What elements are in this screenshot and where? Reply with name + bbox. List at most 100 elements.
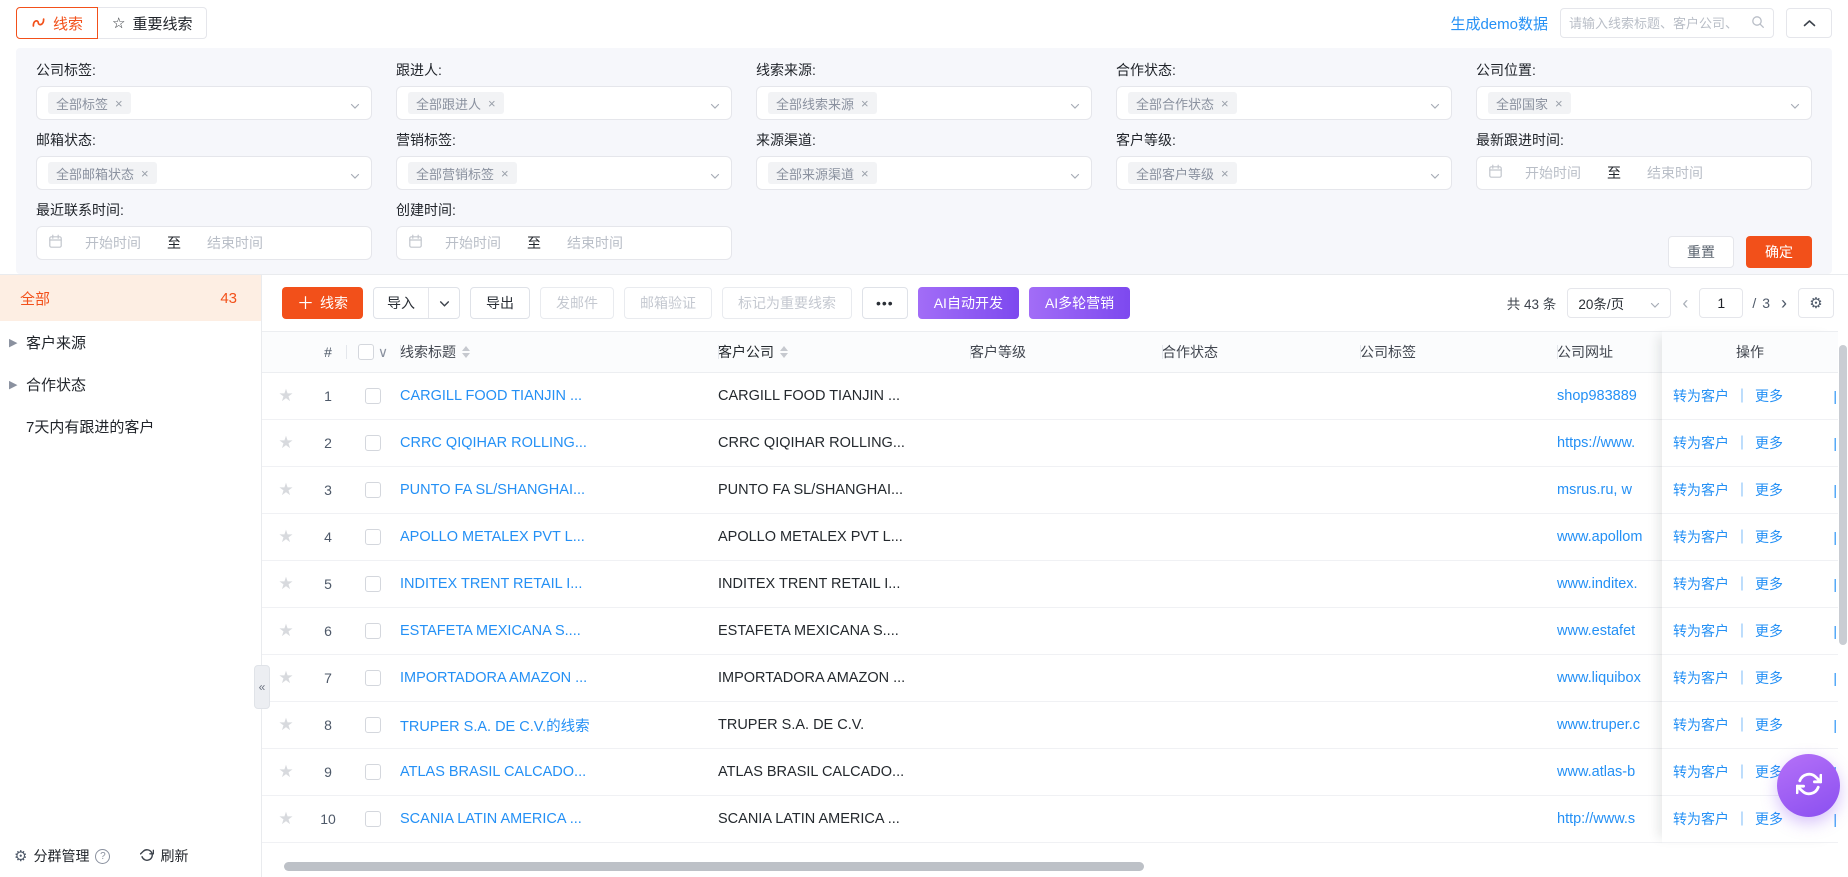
row-checkbox[interactable] (365, 529, 381, 545)
tab-important-leads[interactable]: ☆ 重要线索 (98, 7, 207, 39)
website-link[interactable]: http://www.s (1557, 811, 1635, 827)
website-link[interactable]: www.estafet (1557, 623, 1635, 639)
follow-up-person-select[interactable]: 全部跟进人× (396, 86, 732, 120)
generate-demo-link[interactable]: 生成demo数据 (1450, 13, 1548, 34)
lead-title-link[interactable]: TRUPER S.A. DE C.V.的线索 (400, 719, 590, 735)
send-email-button[interactable]: 发邮件 (540, 287, 614, 319)
collapse-filters-button[interactable] (1786, 8, 1832, 38)
lead-title-link[interactable]: INDITEX TRENT RETAIL I... (400, 576, 582, 592)
row-checkbox[interactable] (365, 388, 381, 404)
lead-source-select[interactable]: 全部线索来源× (756, 86, 1092, 120)
clear-tag-icon[interactable]: × (115, 96, 123, 111)
website-link[interactable]: www.liquibox (1557, 670, 1641, 686)
prev-page-icon[interactable]: ‹ (1680, 293, 1690, 314)
more-link[interactable]: 更多 (1755, 527, 1783, 547)
recent-contact-date-range[interactable]: 开始时间 至 结束时间 (36, 226, 372, 260)
horizontal-scrollbar-thumb[interactable] (284, 862, 1144, 871)
website-link[interactable]: www.atlas-b (1557, 764, 1635, 780)
company-location-select[interactable]: 全部国家× (1476, 86, 1812, 120)
verify-email-button[interactable]: 邮箱验证 (624, 287, 712, 319)
sidebar-item-customer-source[interactable]: ▶ 客户来源 (0, 321, 261, 363)
convert-to-customer-link[interactable]: 转为客户 (1673, 715, 1729, 735)
lead-title-link[interactable]: SCANIA LATIN AMERICA ... (400, 811, 582, 827)
convert-to-customer-link[interactable]: 转为客户 (1673, 433, 1729, 453)
add-lead-button[interactable]: ＋ 线索 (282, 287, 363, 319)
star-icon[interactable]: ★ (278, 668, 293, 688)
import-button[interactable]: 导入 (373, 287, 460, 319)
sidebar-item-recent-follow-up[interactable]: 7天内有跟进的客户 (0, 405, 261, 447)
clear-tag-icon[interactable]: × (1221, 96, 1229, 111)
scrollbar-thumb[interactable] (1839, 345, 1847, 645)
reset-button[interactable]: 重置 (1668, 236, 1734, 268)
sidebar-item-cooperation-status[interactable]: ▶ 合作状态 (0, 363, 261, 405)
star-icon[interactable]: ★ (278, 574, 293, 594)
customer-level-select[interactable]: 全部客户等级× (1116, 156, 1452, 190)
latest-follow-up-date-range[interactable]: 开始时间 至 结束时间 (1476, 156, 1812, 190)
group-manage-button[interactable]: ⚙ 分群管理 ? (14, 846, 110, 866)
clear-tag-icon[interactable]: × (501, 166, 509, 181)
convert-to-customer-link[interactable]: 转为客户 (1673, 668, 1729, 688)
cooperation-status-select[interactable]: 全部合作状态× (1116, 86, 1452, 120)
ai-auto-develop-button[interactable]: AI自动开发 (918, 287, 1019, 319)
row-checkbox[interactable] (365, 623, 381, 639)
convert-to-customer-link[interactable]: 转为客户 (1673, 574, 1729, 594)
star-icon[interactable]: ★ (278, 480, 293, 500)
star-icon[interactable]: ★ (278, 762, 293, 782)
page-number-input[interactable] (1699, 288, 1743, 318)
email-status-select[interactable]: 全部邮箱状态× (36, 156, 372, 190)
star-icon[interactable]: ★ (278, 433, 293, 453)
row-checkbox[interactable] (365, 576, 381, 592)
clear-tag-icon[interactable]: × (488, 96, 496, 111)
lead-title-link[interactable]: ESTAFETA MEXICANA S.... (400, 623, 581, 639)
lead-title-link[interactable]: APOLLO METALEX PVT L... (400, 529, 585, 545)
row-checkbox[interactable] (365, 482, 381, 498)
source-channel-select[interactable]: 全部来源渠道× (756, 156, 1092, 190)
more-link[interactable]: 更多 (1755, 668, 1783, 688)
floating-sync-button[interactable] (1777, 754, 1840, 817)
mark-important-button[interactable]: 标记为重要线索 (722, 287, 852, 319)
convert-to-customer-link[interactable]: 转为客户 (1673, 762, 1729, 782)
more-link[interactable]: 更多 (1755, 715, 1783, 735)
website-link[interactable]: www.truper.c (1557, 717, 1640, 733)
convert-to-customer-link[interactable]: 转为客户 (1673, 386, 1729, 406)
clear-tag-icon[interactable]: × (141, 166, 149, 181)
convert-to-customer-link[interactable]: 转为客户 (1673, 527, 1729, 547)
website-link[interactable]: shop983889 (1557, 388, 1637, 404)
more-link[interactable]: 更多 (1755, 621, 1783, 641)
star-icon[interactable]: ★ (278, 621, 293, 641)
lead-title-link[interactable]: IMPORTADORA AMAZON ... (400, 670, 587, 686)
lead-title-link[interactable]: CARGILL FOOD TIANJIN ... (400, 388, 582, 404)
lead-title-link[interactable]: ATLAS BRASIL CALCADO... (400, 764, 586, 780)
website-link[interactable]: www.apollom (1557, 529, 1642, 545)
clear-tag-icon[interactable]: × (1221, 166, 1229, 181)
row-checkbox[interactable] (365, 811, 381, 827)
ai-multi-marketing-button[interactable]: AI多轮营销 (1029, 287, 1130, 319)
confirm-button[interactable]: 确定 (1746, 236, 1812, 268)
row-checkbox[interactable] (365, 435, 381, 451)
website-link[interactable]: msrus.ru, w (1557, 482, 1632, 498)
website-link[interactable]: https://www. (1557, 435, 1635, 451)
export-button[interactable]: 导出 (470, 287, 530, 319)
lead-title-link[interactable]: CRRC QIQIHAR ROLLING... (400, 435, 587, 451)
more-link[interactable]: 更多 (1755, 433, 1783, 453)
tab-leads[interactable]: 线索 (16, 7, 98, 39)
sort-icon[interactable] (780, 346, 788, 358)
convert-to-customer-link[interactable]: 转为客户 (1673, 809, 1729, 829)
lead-title-link[interactable]: PUNTO FA SL/SHANGHAI... (400, 482, 585, 498)
star-icon[interactable]: ★ (278, 809, 293, 829)
sidebar-collapse-handle[interactable]: « (254, 665, 270, 709)
chevron-down-icon[interactable]: ∨ (378, 344, 388, 361)
clear-tag-icon[interactable]: × (861, 166, 869, 181)
more-link[interactable]: 更多 (1755, 386, 1783, 406)
convert-to-customer-link[interactable]: 转为客户 (1673, 621, 1729, 641)
column-settings-button[interactable]: ⚙ (1798, 288, 1834, 318)
star-icon[interactable]: ★ (278, 527, 293, 547)
more-link[interactable]: 更多 (1755, 574, 1783, 594)
more-actions-button[interactable]: ••• (862, 287, 908, 319)
sort-icon[interactable] (462, 346, 470, 358)
search-input[interactable] (1569, 16, 1751, 31)
sidebar-item-all[interactable]: 全部 43 (0, 275, 261, 321)
clear-tag-icon[interactable]: × (1555, 96, 1563, 111)
marketing-tag-select[interactable]: 全部营销标签× (396, 156, 732, 190)
vertical-scrollbar[interactable] (1838, 331, 1848, 877)
